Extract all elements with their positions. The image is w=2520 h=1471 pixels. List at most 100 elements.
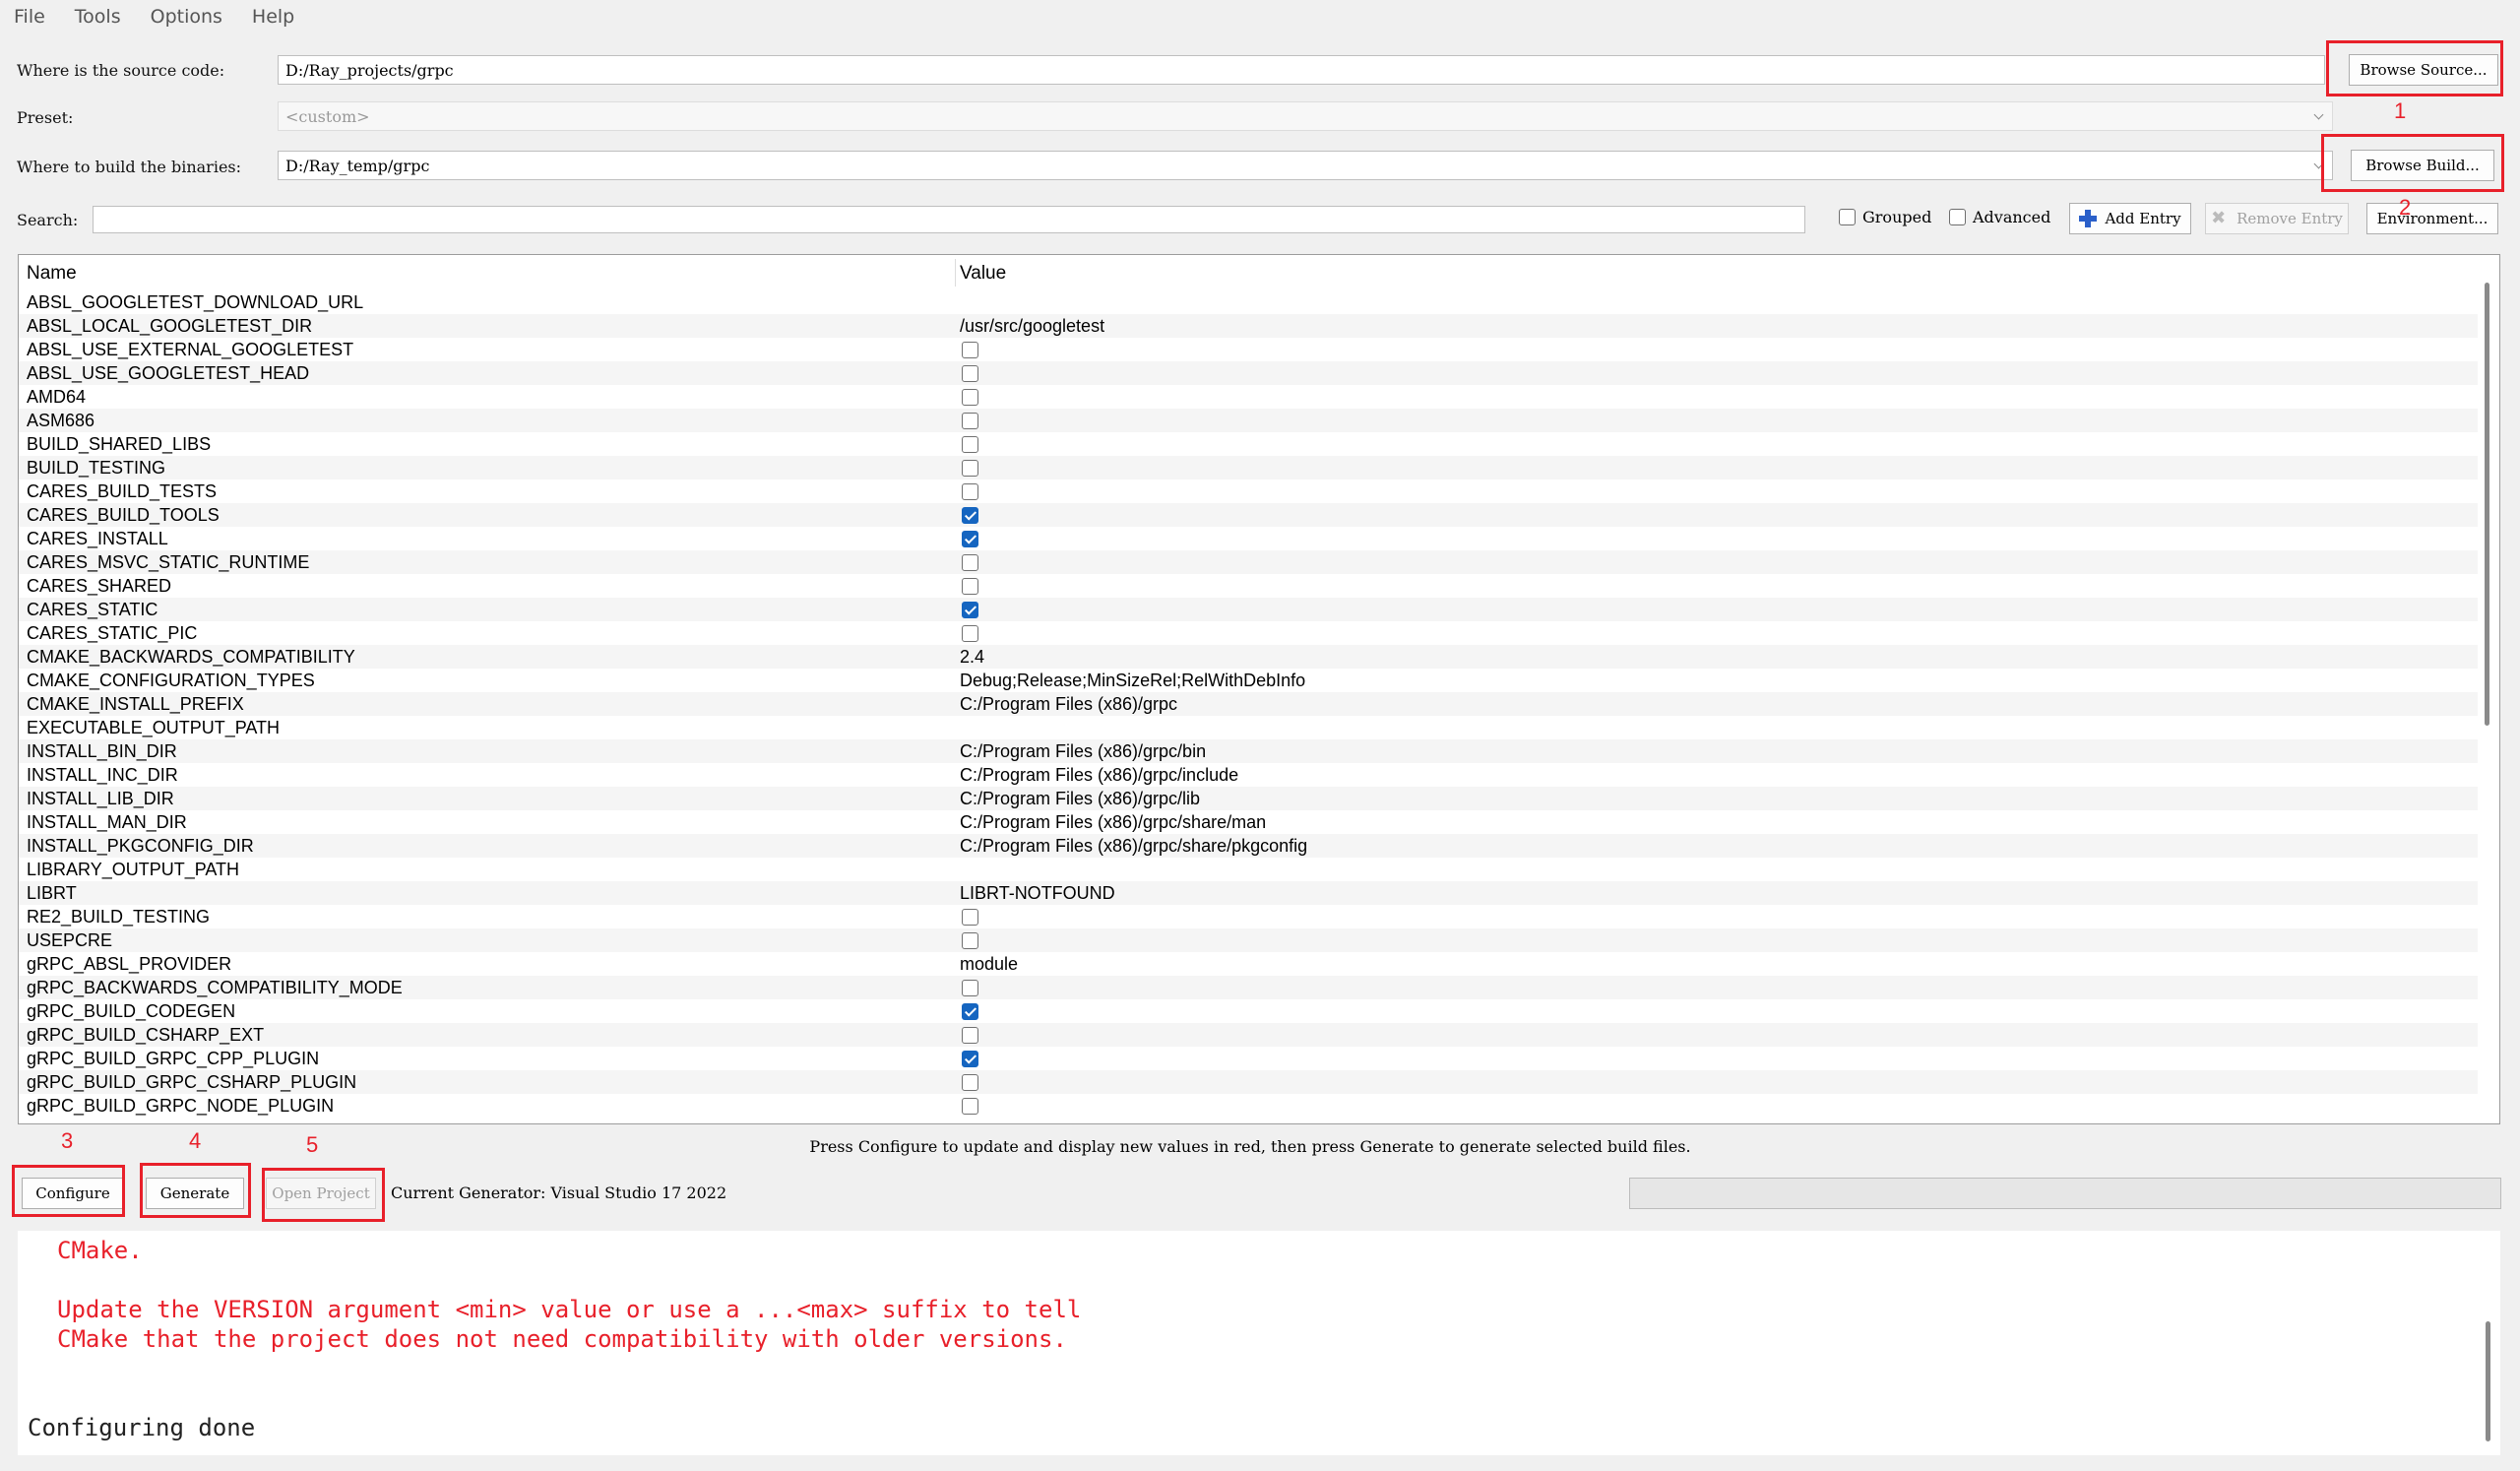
open-project-button[interactable]: Open Project	[266, 1178, 376, 1209]
preset-combo[interactable]: <custom>	[278, 101, 2333, 131]
table-row[interactable]: RE2_BUILD_TESTING	[19, 905, 2480, 928]
table-row[interactable]: ABSL_USE_GOOGLETEST_HEAD	[19, 361, 2480, 385]
table-row[interactable]: ASM686	[19, 409, 2480, 432]
entry-value[interactable]: C:/Program Files (x86)/grpc/include	[960, 763, 1238, 787]
table-row[interactable]: BUILD_SHARED_LIBS	[19, 432, 2480, 456]
value-checkbox[interactable]	[962, 365, 978, 382]
value-checkbox[interactable]	[962, 460, 978, 477]
browse-source-button[interactable]: Browse Source...	[2349, 54, 2498, 86]
preset-label: Preset:	[17, 108, 74, 127]
value-checkbox-checked[interactable]	[962, 1003, 978, 1020]
table-row[interactable]: gRPC_BUILD_CSHARP_EXT	[19, 1023, 2480, 1047]
source-path-combo[interactable]: D:/Ray_projects/grpc	[278, 55, 2325, 85]
menu-help[interactable]: Help	[252, 6, 294, 28]
value-checkbox[interactable]	[962, 980, 978, 996]
table-header: Name Value	[19, 255, 2480, 290]
entry-value[interactable]: 2.4	[960, 645, 984, 669]
menu-options[interactable]: Options	[151, 6, 222, 28]
environment-button[interactable]: Environment...	[2366, 203, 2498, 234]
table-scrollbar[interactable]	[2478, 255, 2499, 1123]
table-row[interactable]: LIBRT LIBRT-NOTFOUND	[19, 881, 2480, 905]
table-row[interactable]: CARES_MSVC_STATIC_RUNTIME	[19, 550, 2480, 574]
value-checkbox[interactable]	[962, 909, 978, 926]
column-header-value[interactable]: Value	[960, 263, 1006, 285]
remove-entry-button[interactable]: ✖ Remove Entry	[2205, 203, 2349, 234]
entry-name: gRPC_BUILD_GRPC_CSHARP_PLUGIN	[27, 1072, 357, 1092]
value-checkbox-checked[interactable]	[962, 1051, 978, 1067]
table-row[interactable]: gRPC_BUILD_CODEGEN	[19, 999, 2480, 1023]
table-row[interactable]: INSTALL_LIB_DIR C:/Program Files (x86)/gr…	[19, 787, 2480, 810]
table-row[interactable]: CARES_STATIC_PIC	[19, 621, 2480, 645]
table-row[interactable]: CARES_SHARED	[19, 574, 2480, 598]
table-row[interactable]: AMD64	[19, 385, 2480, 409]
column-header-name[interactable]: Name	[27, 263, 77, 285]
table-row[interactable]: CARES_INSTALL	[19, 527, 2480, 550]
configure-button[interactable]: Configure	[22, 1178, 124, 1209]
table-row[interactable]: ABSL_USE_EXTERNAL_GOOGLETEST	[19, 338, 2480, 361]
browse-build-button[interactable]: Browse Build...	[2351, 150, 2494, 181]
entry-value[interactable]: C:/Program Files (x86)/grpc	[960, 692, 1177, 716]
value-checkbox[interactable]	[962, 413, 978, 429]
value-checkbox[interactable]	[962, 389, 978, 406]
value-checkbox-checked[interactable]	[962, 602, 978, 618]
value-checkbox[interactable]	[962, 1027, 978, 1044]
table-row[interactable]: CARES_BUILD_TESTS	[19, 480, 2480, 503]
table-row[interactable]: EXECUTABLE_OUTPUT_PATH	[19, 716, 2480, 739]
table-row[interactable]: gRPC_BUILD_GRPC_NODE_PLUGIN	[19, 1094, 2480, 1118]
entry-name: CARES_INSTALL	[27, 529, 168, 548]
value-checkbox[interactable]	[962, 1098, 978, 1115]
value-checkbox[interactable]	[962, 342, 978, 358]
entry-value[interactable]: C:/Program Files (x86)/grpc/lib	[960, 787, 1200, 810]
table-row[interactable]: gRPC_BUILD_GRPC_CSHARP_PLUGIN	[19, 1070, 2480, 1094]
entry-value[interactable]: /usr/src/googletest	[960, 314, 1104, 338]
value-checkbox[interactable]	[962, 1074, 978, 1091]
add-entry-button[interactable]: Add Entry	[2069, 203, 2191, 234]
table-row[interactable]: INSTALL_PKGCONFIG_DIR C:/Program Files (x…	[19, 834, 2480, 858]
entry-value[interactable]: C:/Program Files (x86)/grpc/share/man	[960, 810, 1266, 834]
output-scrollbar-thumb[interactable]	[2486, 1321, 2490, 1441]
value-checkbox-checked[interactable]	[962, 507, 978, 524]
generate-button[interactable]: Generate	[146, 1178, 244, 1209]
entry-value[interactable]: LIBRT-NOTFOUND	[960, 881, 1115, 905]
entry-name: CMAKE_BACKWARDS_COMPATIBILITY	[27, 647, 355, 667]
search-input[interactable]	[93, 206, 1805, 233]
menu-tools[interactable]: Tools	[75, 6, 121, 28]
entry-value[interactable]: module	[960, 952, 1018, 976]
table-row[interactable]: ABSL_GOOGLETEST_DOWNLOAD_URL	[19, 290, 2480, 314]
entry-value[interactable]: C:/Program Files (x86)/grpc/share/pkgcon…	[960, 834, 1307, 858]
value-checkbox-checked[interactable]	[962, 531, 978, 547]
value-checkbox[interactable]	[962, 483, 978, 500]
menu-file[interactable]: File	[14, 6, 45, 28]
advanced-checkbox-box[interactable]	[1949, 209, 1966, 225]
table-row[interactable]: BUILD_TESTING	[19, 456, 2480, 480]
table-row[interactable]: gRPC_BUILD_GRPC_CPP_PLUGIN	[19, 1047, 2480, 1070]
grouped-checkbox-box[interactable]	[1839, 209, 1856, 225]
table-row[interactable]: CMAKE_CONFIGURATION_TYPES Debug;Release;M…	[19, 669, 2480, 692]
entry-value[interactable]: C:/Program Files (x86)/grpc/bin	[960, 739, 1206, 763]
value-checkbox[interactable]	[962, 932, 978, 949]
table-row[interactable]: INSTALL_MAN_DIR C:/Program Files (x86)/gr…	[19, 810, 2480, 834]
output-scrollbar[interactable]	[2479, 1231, 2500, 1455]
table-row[interactable]: INSTALL_BIN_DIR C:/Program Files (x86)/gr…	[19, 739, 2480, 763]
grouped-checkbox[interactable]: Grouped	[1839, 208, 1931, 226]
table-row[interactable]: ABSL_LOCAL_GOOGLETEST_DIR/usr/src/google…	[19, 314, 2480, 338]
value-checkbox[interactable]	[962, 554, 978, 571]
table-row[interactable]: LIBRARY_OUTPUT_PATH	[19, 858, 2480, 881]
table-row[interactable]: CMAKE_BACKWARDS_COMPATIBILITY 2.4	[19, 645, 2480, 669]
table-row[interactable]: USEPCRE	[19, 928, 2480, 952]
table-row[interactable]: CMAKE_INSTALL_PREFIX C:/Program Files (x8…	[19, 692, 2480, 716]
value-checkbox[interactable]	[962, 436, 978, 453]
table-row[interactable]: gRPC_BACKWARDS_COMPATIBILITY_MODE	[19, 976, 2480, 999]
entry-value[interactable]: Debug;Release;MinSizeRel;RelWithDebInfo	[960, 669, 1305, 692]
value-checkbox[interactable]	[962, 625, 978, 642]
table-row[interactable]: CARES_STATIC	[19, 598, 2480, 621]
table-row[interactable]: gRPC_ABSL_PROVIDER module	[19, 952, 2480, 976]
value-checkbox[interactable]	[962, 578, 978, 595]
table-scrollbar-thumb[interactable]	[2485, 283, 2489, 726]
entry-name: gRPC_BUILD_GRPC_NODE_PLUGIN	[27, 1096, 335, 1116]
table-row[interactable]: CARES_BUILD_TOOLS	[19, 503, 2480, 527]
build-path-combo[interactable]: D:/Ray_temp/grpc	[278, 151, 2333, 180]
advanced-checkbox[interactable]: Advanced	[1949, 208, 2050, 226]
table-row[interactable]: INSTALL_INC_DIR C:/Program Files (x86)/gr…	[19, 763, 2480, 787]
annotation-number-2: 2	[2399, 195, 2412, 220]
